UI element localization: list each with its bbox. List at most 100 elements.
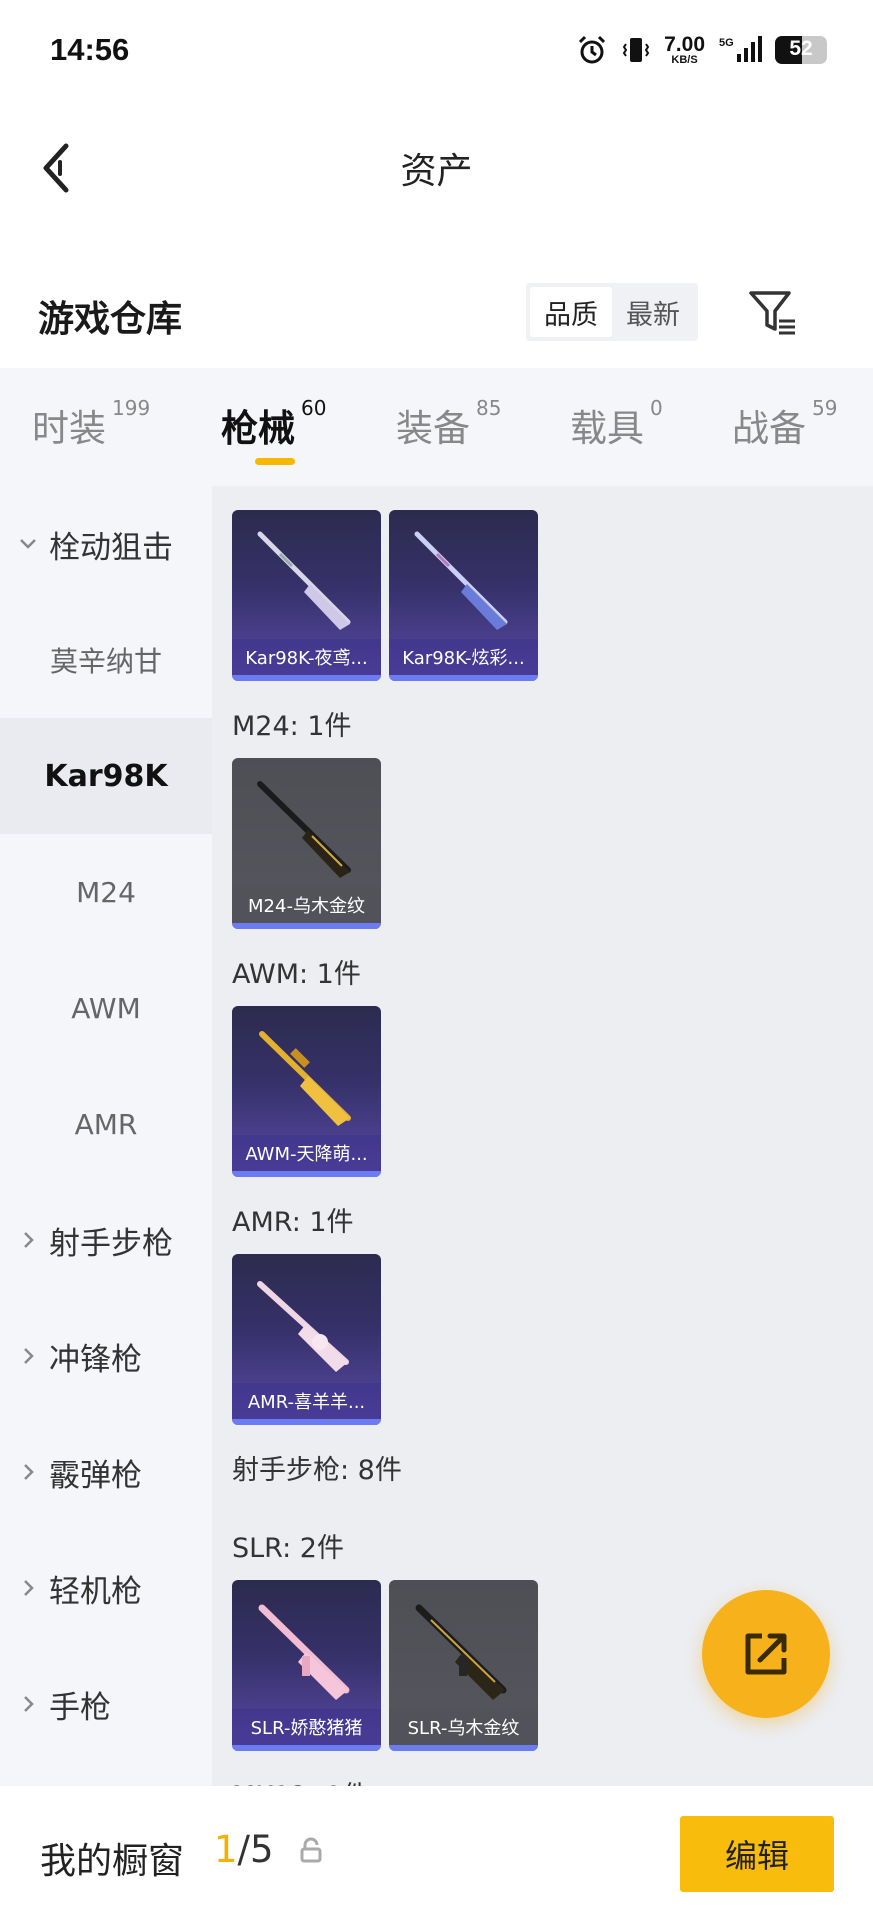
sidebar-item-label: 霰弹枪 bbox=[49, 1457, 142, 1494]
item-card[interactable]: SLR-娇憨猪猪 bbox=[232, 1580, 381, 1751]
item-card[interactable]: AWM-天降萌... bbox=[232, 1006, 381, 1177]
signal-5g-icon: 5G bbox=[719, 36, 762, 62]
tab-count: 0 bbox=[650, 396, 663, 420]
chevron-right-icon bbox=[24, 1232, 34, 1248]
showcase-count: 1/5 bbox=[214, 1828, 274, 1871]
sidebar-subitem-awm[interactable]: AWM bbox=[0, 950, 212, 1066]
item-name: AWM-天降萌... bbox=[232, 1135, 381, 1171]
sidebar-subitem-m24[interactable]: M24 bbox=[0, 834, 212, 950]
warehouse-bar: 游戏仓库 品质 最新 bbox=[0, 265, 873, 365]
sidebar-item-label: 手枪 bbox=[49, 1689, 111, 1726]
rifle-icon bbox=[259, 1031, 351, 1126]
sidebar-subitem-label: M24 bbox=[76, 875, 136, 909]
tab-firearms[interactable]: 枪械 60 bbox=[221, 396, 327, 452]
chevron-right-icon bbox=[24, 1348, 34, 1364]
app-header: 资产 bbox=[0, 100, 873, 230]
sidebar-item-label: 冲锋枪 bbox=[49, 1341, 142, 1378]
sort-option-newest[interactable]: 最新 bbox=[612, 287, 694, 337]
rifle-icon bbox=[257, 781, 351, 878]
alarm-icon bbox=[579, 35, 606, 64]
status-icons: 7.00 KB/S 5G 52 bbox=[576, 30, 827, 70]
item-card[interactable]: Kar98K-夜鸢... bbox=[232, 510, 381, 681]
sidebar-subitem-amr[interactable]: AMR bbox=[0, 1066, 212, 1182]
tab-label: 时装 bbox=[32, 407, 106, 450]
sidebar-item-smg[interactable]: 冲锋枪 bbox=[0, 1298, 212, 1414]
chevron-right-icon bbox=[24, 1464, 34, 1480]
page-title: 资产 bbox=[400, 151, 473, 192]
showcase-total: /5 bbox=[237, 1828, 274, 1871]
item-name: SLR-娇憨猪猪 bbox=[232, 1709, 381, 1745]
quality-bar bbox=[232, 1171, 381, 1177]
tab-fashion[interactable]: 时装 199 bbox=[32, 396, 151, 452]
sidebar-item-pistol[interactable]: 手枪 bbox=[0, 1646, 212, 1762]
weapon-sidebar: 栓动狙击 莫辛纳甘 Kar98K M24 AWM AMR 射手步枪 冲锋枪 霰弹… bbox=[0, 486, 212, 1786]
item-name: Kar98K-夜鸢... bbox=[232, 639, 381, 675]
item-row: SLR-娇憨猪猪 SLR-乌木金纹 bbox=[232, 1580, 538, 1751]
tab-vehicles[interactable]: 载具 0 bbox=[570, 396, 663, 452]
group-label: 射手步枪: 8件 bbox=[232, 1455, 402, 1486]
rifle-icon bbox=[257, 1281, 349, 1372]
sort-toggle: 品质 最新 bbox=[526, 283, 698, 341]
sort-option-quality[interactable]: 品质 bbox=[530, 287, 612, 337]
quality-bar bbox=[232, 675, 381, 681]
item-row: M24-乌木金纹 bbox=[232, 758, 381, 929]
tab-label: 装备 bbox=[396, 407, 470, 450]
chevron-down-icon bbox=[20, 539, 36, 549]
group-label: AWM: 1件 bbox=[232, 959, 361, 990]
category-tabs: 时装 199 枪械 60 装备 85 载具 0 战备 59 bbox=[0, 368, 873, 486]
sidebar-subitem-label: AMR bbox=[74, 1107, 138, 1141]
item-name: M24-乌木金纹 bbox=[232, 887, 381, 923]
sidebar-subitem-kar98k[interactable]: Kar98K bbox=[0, 718, 212, 834]
status-bar: 14:56 7.00 KB/S 5G 52 bbox=[0, 0, 873, 100]
sidebar-item-label: 轻机枪 bbox=[49, 1573, 142, 1610]
item-card[interactable]: SLR-乌木金纹 bbox=[389, 1580, 538, 1751]
item-row: AMR-喜羊羊... bbox=[232, 1254, 381, 1425]
share-external-icon bbox=[745, 1633, 787, 1675]
quality-bar bbox=[389, 1745, 538, 1751]
sidebar-item-marksman[interactable]: 射手步枪 bbox=[0, 1182, 212, 1298]
edit-button[interactable]: 编辑 bbox=[680, 1816, 834, 1892]
tab-supplies[interactable]: 战备 59 bbox=[732, 396, 837, 452]
sidebar-subitem-mosin[interactable]: 莫辛纳甘 bbox=[0, 602, 212, 718]
group-label: M24: 1件 bbox=[232, 711, 352, 742]
chevron-right-icon bbox=[24, 1580, 34, 1596]
item-card[interactable]: Kar98K-炫彩... bbox=[389, 510, 538, 681]
quality-bar bbox=[232, 1745, 381, 1751]
filter-button[interactable] bbox=[745, 285, 801, 341]
quality-bar bbox=[389, 675, 538, 681]
item-name: SLR-乌木金纹 bbox=[389, 1709, 538, 1745]
tab-label: 战备 bbox=[732, 407, 806, 450]
sidebar-item-label: 射手步枪 bbox=[49, 1225, 173, 1262]
item-name: Kar98K-炫彩... bbox=[389, 639, 538, 675]
tab-count: 60 bbox=[301, 396, 327, 420]
share-fab[interactable] bbox=[702, 1590, 830, 1718]
sidebar-item-bolt-action[interactable]: 栓动狙击 bbox=[0, 486, 212, 602]
svg-text:5G: 5G bbox=[719, 37, 734, 49]
sidebar-item-lmg[interactable]: 轻机枪 bbox=[0, 1530, 212, 1646]
sidebar-item-shotgun[interactable]: 霰弹枪 bbox=[0, 1414, 212, 1530]
tab-count: 199 bbox=[112, 396, 151, 420]
item-row: Kar98K-夜鸢... Kar98K-炫彩... bbox=[232, 510, 538, 681]
item-card[interactable]: AMR-喜羊羊... bbox=[232, 1254, 381, 1425]
filter-icon bbox=[749, 291, 795, 335]
sidebar-subitem-label: 莫辛纳甘 bbox=[49, 645, 162, 678]
sidebar-subitem-label: Kar98K bbox=[44, 758, 168, 794]
item-name: AMR-喜羊羊... bbox=[232, 1383, 381, 1419]
network-speed: 7.00 KB/S bbox=[664, 34, 705, 66]
vibrate-icon bbox=[622, 38, 650, 62]
warehouse-title: 游戏仓库 bbox=[38, 299, 183, 340]
rifle-icon bbox=[414, 531, 508, 630]
quality-bar bbox=[232, 923, 381, 929]
tab-equipment[interactable]: 装备 85 bbox=[396, 396, 502, 452]
active-tab-indicator bbox=[255, 458, 295, 465]
battery-level: 52 bbox=[789, 37, 813, 60]
group-label: SLR: 2件 bbox=[232, 1533, 344, 1564]
quality-bar bbox=[232, 1419, 381, 1425]
net-speed-value: 7.00 bbox=[664, 33, 705, 56]
rifle-icon bbox=[258, 1604, 350, 1700]
tab-count: 85 bbox=[476, 396, 502, 420]
sidebar-item-label: 栓动狙击 bbox=[49, 529, 173, 566]
rifle-icon bbox=[257, 531, 351, 630]
item-card[interactable]: M24-乌木金纹 bbox=[232, 758, 381, 929]
battery-icon: 52 bbox=[775, 36, 827, 64]
